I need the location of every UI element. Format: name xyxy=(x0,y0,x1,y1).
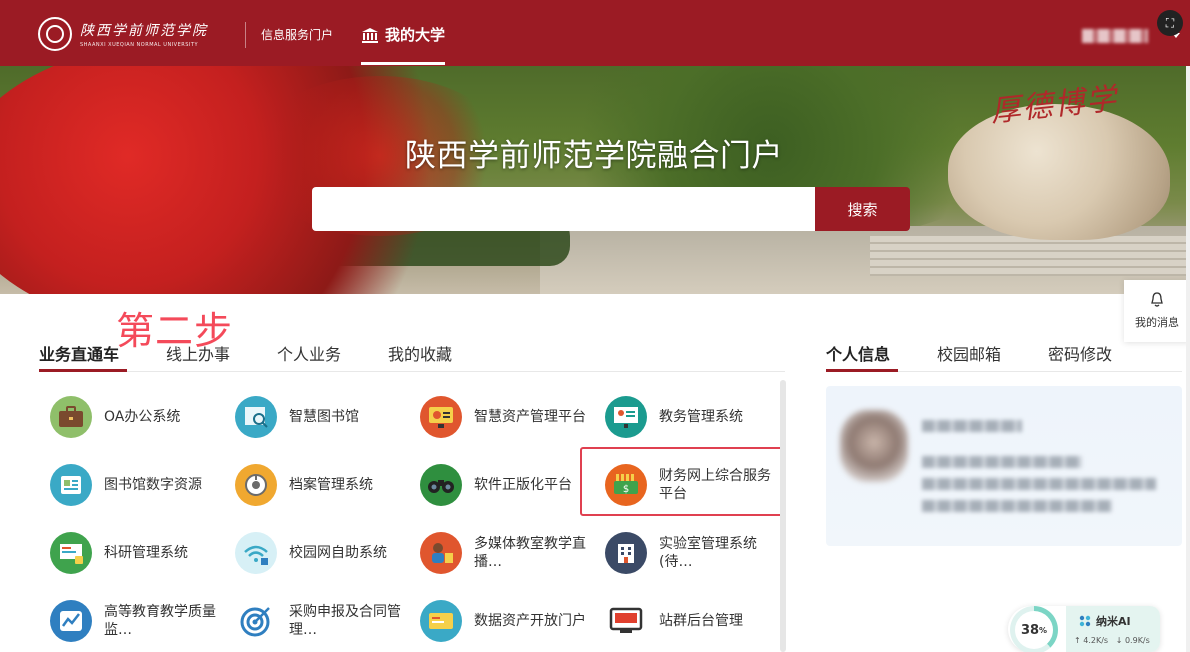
app-label: 教务管理系统 xyxy=(659,409,743,425)
tabs-divider xyxy=(39,371,785,372)
app-lab-management[interactable]: 实验室管理系统(待… xyxy=(605,532,773,574)
lab-building-icon xyxy=(605,532,647,574)
network-usage-value: 38% xyxy=(1015,611,1053,649)
app-research-management[interactable]: 科研管理系统 xyxy=(50,532,218,574)
asset-monitor-icon xyxy=(420,396,462,438)
live-teaching-icon xyxy=(420,532,462,574)
profile-name-blurred xyxy=(922,420,1022,432)
nav-info-portal[interactable]: 信息服务门户 xyxy=(261,26,333,43)
profile-detail-blurred xyxy=(922,456,1082,468)
user-name-blurred[interactable] xyxy=(1082,29,1148,43)
tab-personal-info[interactable]: 个人信息 xyxy=(826,341,890,365)
teaching-board-icon xyxy=(605,396,647,438)
tab-campus-email[interactable]: 校园邮箱 xyxy=(937,341,1001,365)
my-messages-button[interactable]: 我的消息 xyxy=(1124,280,1190,342)
download-speed: ↓ 0.9K/s xyxy=(1115,636,1150,645)
app-campus-network[interactable]: 校园网自助系统 xyxy=(235,532,403,574)
tab-active-underline xyxy=(39,369,127,372)
app-label: 科研管理系统 xyxy=(104,545,188,561)
app-label: 采购申报及合同管理… xyxy=(289,604,401,638)
tab-my-favorites[interactable]: 我的收藏 xyxy=(388,341,452,365)
avatar xyxy=(840,410,908,482)
right-tab-active-underline xyxy=(826,369,898,372)
my-messages-label: 我的消息 xyxy=(1135,316,1179,329)
nav-active-underline xyxy=(361,62,445,65)
app-label: 站群后台管理 xyxy=(659,613,743,629)
logo-cn: 陕西学前师范学院 xyxy=(80,23,208,39)
wifi-self-service-icon xyxy=(235,532,277,574)
network-usage-ring: 38% xyxy=(1010,606,1058,652)
tab-password-change[interactable]: 密码修改 xyxy=(1048,341,1112,365)
screenshot-icon[interactable]: ⛶ xyxy=(1157,10,1183,36)
app-software-licensing[interactable]: 软件正版化平台 xyxy=(420,464,588,506)
app-label: 图书馆数字资源 xyxy=(104,477,202,493)
app-smart-library[interactable]: 智慧图书馆 xyxy=(235,396,403,438)
app-archive-management[interactable]: 档案管理系统 xyxy=(235,464,403,506)
app-label: 智慧资产管理平台 xyxy=(474,409,586,425)
quality-chart-icon xyxy=(50,600,92,642)
search-input[interactable] xyxy=(312,187,815,231)
app-academic-affairs[interactable]: 教务管理系统 xyxy=(605,396,773,438)
app-label: 数据资产开放门户 xyxy=(474,613,586,629)
nav-my-university[interactable]: 我的大学 xyxy=(361,24,445,45)
app-smart-assets[interactable]: 智慧资产管理平台 xyxy=(420,396,588,438)
nav-my-university-label: 我的大学 xyxy=(385,26,446,44)
network-speed-stats: ↑ 4.2K/s ↓ 0.9K/s xyxy=(1074,636,1150,645)
logo-en: SHAANXI XUEQIAN NORMAL UNIVERSITY xyxy=(80,42,198,48)
tab-personal-business[interactable]: 个人业务 xyxy=(277,341,341,365)
app-oa-office[interactable]: OA办公系统 xyxy=(50,396,218,438)
nami-ai-label: 纳米AI xyxy=(1096,615,1131,628)
bell-icon xyxy=(1151,292,1163,307)
network-usage-unit: % xyxy=(1039,625,1048,635)
app-teaching-quality[interactable]: 高等教育教学质量监… xyxy=(50,600,218,642)
portal-title: 陕西学前师范学院融合门户 xyxy=(405,138,783,174)
apps-scrollbar[interactable] xyxy=(780,380,786,652)
digital-resource-icon xyxy=(50,464,92,506)
app-multimedia-live[interactable]: 多媒体教室教学直播… xyxy=(420,532,588,574)
site-admin-icon xyxy=(605,600,647,642)
data-card-icon xyxy=(420,600,462,642)
search-button[interactable]: 搜索 xyxy=(815,187,910,231)
bank-icon xyxy=(362,27,378,43)
app-label: 智慧图书馆 xyxy=(289,409,359,425)
app-label: 软件正版化平台 xyxy=(474,477,572,493)
app-label: OA办公系统 xyxy=(104,409,181,425)
app-procurement[interactable]: 采购申报及合同管理… xyxy=(235,600,403,642)
tab-business-express[interactable]: 业务直通车 xyxy=(39,341,119,365)
app-site-admin[interactable]: 站群后台管理 xyxy=(605,600,773,642)
library-search-icon xyxy=(235,396,277,438)
banner-inscription-rock xyxy=(948,104,1170,240)
finance-app-highlight-box xyxy=(580,447,784,516)
archive-dial-icon xyxy=(235,464,277,506)
briefcase-icon xyxy=(50,396,92,438)
app-label: 高等教育教学质量监… xyxy=(104,604,216,638)
header-divider xyxy=(245,22,246,48)
tab-online-affairs[interactable]: 线上办事 xyxy=(166,341,230,365)
app-label: 校园网自助系统 xyxy=(289,545,387,561)
network-usage-percent: 38 xyxy=(1020,622,1040,638)
university-logo[interactable]: 陕西学前师范学院 SHAANXI XUEQIAN NORMAL UNIVERSI… xyxy=(38,17,208,51)
app-label: 实验室管理系统(待… xyxy=(659,536,757,570)
logo-emblem-icon xyxy=(38,17,72,51)
profile-detail-blurred xyxy=(922,478,1156,490)
nami-ai-icon xyxy=(1079,615,1091,627)
logo-text: 陕西学前师范学院 SHAANXI XUEQIAN NORMAL UNIVERSI… xyxy=(80,20,208,48)
target-arrow-icon xyxy=(235,600,277,642)
app-library-digital[interactable]: 图书馆数字资源 xyxy=(50,464,218,506)
upload-speed: ↑ 4.2K/s xyxy=(1074,636,1109,645)
app-label: 多媒体教室教学直播… xyxy=(474,536,586,570)
binoculars-icon xyxy=(420,464,462,506)
profile-detail-blurred xyxy=(922,500,1112,512)
banner-steps xyxy=(870,236,1190,276)
page-scroll-edge xyxy=(1186,66,1190,652)
app-label: 档案管理系统 xyxy=(289,477,373,493)
research-screen-icon xyxy=(50,532,92,574)
nami-ai-brand[interactable]: 纳米AI xyxy=(1078,613,1131,629)
app-data-assets[interactable]: 数据资产开放门户 xyxy=(420,600,588,642)
